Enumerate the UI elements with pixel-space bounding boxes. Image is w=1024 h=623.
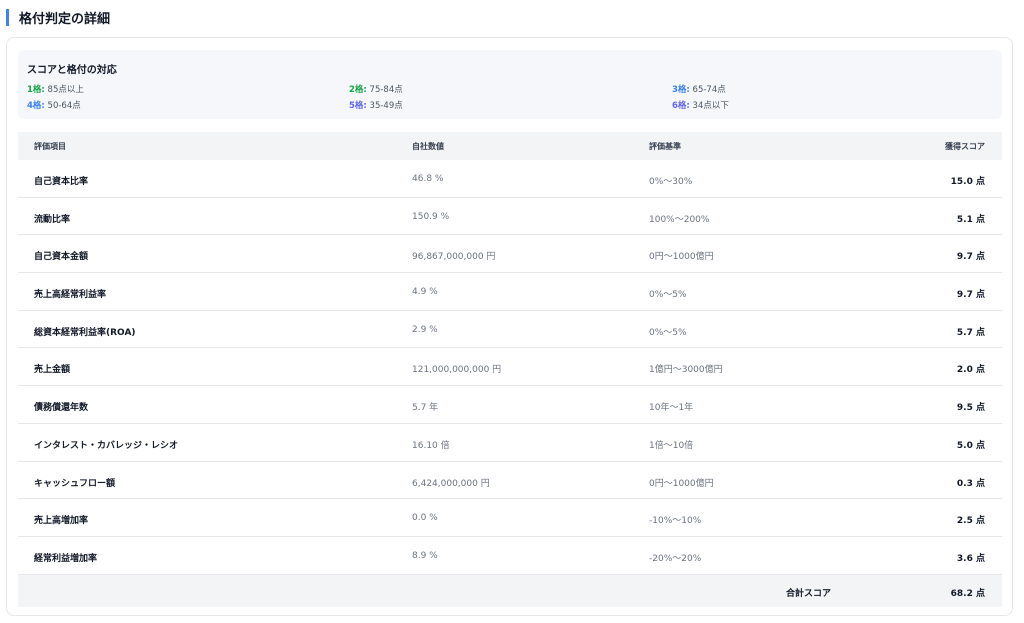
row-item: 流動比率 — [34, 214, 71, 225]
row-score: 9.7 点 — [956, 252, 985, 263]
grade-label: 3格: — [672, 85, 690, 95]
row-item: キャッシュフロー額 — [34, 478, 116, 489]
legend-item-grade-6: 6格: 34点以下 — [672, 99, 729, 111]
header-score: 獲得スコア — [945, 142, 985, 151]
row-item: 経常利益増加率 — [34, 553, 98, 564]
row-value: 16.10 倍 — [412, 440, 450, 451]
row-criteria: 100%〜200% — [649, 214, 710, 225]
legend-item-grade-3: 3格: 65-74点 — [672, 83, 726, 95]
header-criteria: 評価基準 — [649, 142, 681, 151]
grade-range: 65-74点 — [689, 85, 726, 95]
row-score: 2.5 点 — [956, 516, 985, 527]
grade-range: 34点以下 — [689, 101, 729, 111]
total-score-label: 合計スコア — [786, 588, 832, 599]
row-value: 2.9 % — [412, 324, 438, 335]
grade-range: 35-49点 — [366, 101, 403, 111]
legend-item-grade-2: 2格: 75-84点 — [349, 83, 403, 95]
row-score: 5.7 点 — [956, 327, 985, 338]
row-value: 8.9 % — [412, 550, 438, 561]
row-value: 5.7 年 — [412, 403, 439, 414]
table-row: 流動比率 150.9 % 100%〜200% 5.1 点 — [18, 198, 1002, 236]
row-item: 自己資本金額 — [34, 252, 89, 263]
table-row: 自己資本金額 96,867,000,000 円 0円〜1000億円 9.7 点 — [18, 235, 1002, 274]
row-item: 総資本経常利益率(ROA) — [34, 327, 136, 338]
row-criteria: -10%〜10% — [649, 516, 702, 527]
row-criteria: 0%〜30% — [649, 177, 693, 187]
row-criteria: 10年〜1年 — [649, 403, 694, 414]
row-value: 46.8 % — [412, 174, 444, 184]
legend-item-grade-1: 1格: 85点以上 — [27, 83, 84, 95]
grade-range: 85点以上 — [44, 85, 84, 95]
row-criteria: 1倍〜10倍 — [649, 440, 694, 451]
header-accent-bar — [6, 8, 9, 26]
total-score-value: 68.2 点 — [950, 588, 985, 599]
header-value: 自社数値 — [412, 142, 444, 151]
row-criteria: 0%〜5% — [649, 327, 687, 338]
row-value: 4.9 % — [412, 287, 438, 298]
score-table: 評価項目 自社数値 評価基準 獲得スコア 自己資本比率 46.8 % 0%〜30… — [18, 132, 1002, 607]
row-item: 債務償還年数 — [34, 403, 89, 414]
row-score: 9.5 点 — [956, 403, 985, 414]
row-score: 5.0 点 — [956, 440, 985, 451]
row-criteria: -20%〜20% — [649, 553, 702, 564]
table-row: 経常利益増加率 8.9 % -20%〜20% 3.6 点 — [18, 537, 1002, 575]
table-header: 評価項目 自社数値 評価基準 獲得スコア — [18, 132, 1002, 160]
row-value: 0.0 % — [412, 513, 438, 524]
row-score: 5.1 点 — [956, 214, 985, 225]
table-row: 自己資本比率 46.8 % 0%〜30% 15.0 点 — [18, 160, 1002, 198]
table-row: 売上高経常利益率 4.9 % 0%〜5% 9.7 点 — [18, 273, 1002, 311]
row-item: 自己資本比率 — [34, 177, 89, 187]
header-item: 評価項目 — [34, 142, 66, 151]
grade-label: 6格: — [672, 101, 690, 111]
row-criteria: 0%〜5% — [649, 290, 687, 301]
grade-range: 50-64点 — [44, 101, 81, 111]
row-item: 売上高増加率 — [34, 516, 89, 527]
grade-range: 75-84点 — [366, 85, 403, 95]
row-score: 0.3 点 — [956, 478, 985, 489]
row-score: 15.0 点 — [950, 177, 985, 187]
row-item: 売上金額 — [34, 365, 71, 376]
row-item: インタレスト・カバレッジ・レシオ — [34, 440, 179, 451]
row-value: 6,424,000,000 円 — [412, 478, 490, 489]
table-row: キャッシュフロー額 6,424,000,000 円 0円〜1000億円 0.3 … — [18, 462, 1002, 500]
table-footer-total: 合計スコア 68.2 点 — [18, 574, 1002, 607]
rating-detail-card: スコアと格付の対応 1格: 85点以上 2格: 75-84点 3格: 65-74… — [6, 37, 1013, 616]
row-criteria: 0円〜1000億円 — [649, 252, 714, 263]
table-row: 総資本経常利益率(ROA) 2.9 % 0%〜5% 5.7 点 — [18, 311, 1002, 349]
row-score: 3.6 点 — [956, 553, 985, 564]
page-header: 格付判定の詳細 — [6, 8, 111, 27]
grade-label: 1格: — [27, 85, 45, 95]
table-row: 売上高増加率 0.0 % -10%〜10% 2.5 点 — [18, 499, 1002, 537]
row-score: 2.0 点 — [956, 365, 985, 376]
grade-legend: スコアと格付の対応 1格: 85点以上 2格: 75-84点 3格: 65-74… — [18, 50, 1002, 119]
row-criteria: 1億円〜3000億円 — [649, 365, 723, 376]
legend-item-grade-4: 4格: 50-64点 — [27, 99, 81, 111]
legend-item-grade-5: 5格: 35-49点 — [349, 99, 403, 111]
grade-label: 4格: — [27, 101, 45, 111]
row-value: 121,000,000,000 円 — [412, 365, 502, 376]
grade-label: 2格: — [349, 85, 367, 95]
row-criteria: 0円〜1000億円 — [649, 478, 714, 489]
row-value: 96,867,000,000 円 — [412, 252, 496, 263]
row-value: 150.9 % — [412, 211, 450, 222]
table-row: 債務償還年数 5.7 年 10年〜1年 9.5 点 — [18, 386, 1002, 424]
table-row: インタレスト・カバレッジ・レシオ 16.10 倍 1倍〜10倍 5.0 点 — [18, 424, 1002, 462]
page-title: 格付判定の詳細 — [19, 11, 111, 27]
table-row: 売上金額 121,000,000,000 円 1億円〜3000億円 2.0 点 — [18, 348, 1002, 387]
grade-label: 5格: — [349, 101, 367, 111]
row-score: 9.7 点 — [956, 290, 985, 301]
legend-title: スコアと格付の対応 — [27, 65, 117, 76]
row-item: 売上高経常利益率 — [34, 290, 107, 301]
